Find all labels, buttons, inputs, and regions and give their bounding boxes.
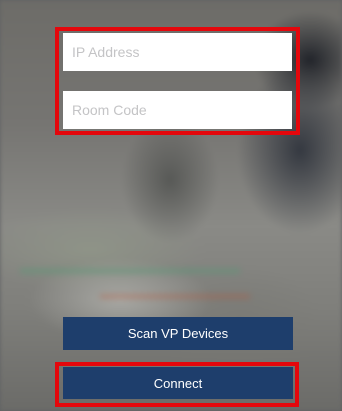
room-code-input[interactable] — [63, 91, 292, 129]
scan-vp-devices-button[interactable]: Scan VP Devices — [63, 317, 293, 350]
background-detail — [100, 294, 250, 299]
ip-address-input[interactable] — [63, 33, 292, 71]
connect-button[interactable]: Connect — [63, 367, 293, 399]
background-detail — [20, 268, 240, 274]
connect-screen: Scan VP Devices Connect — [0, 0, 342, 411]
